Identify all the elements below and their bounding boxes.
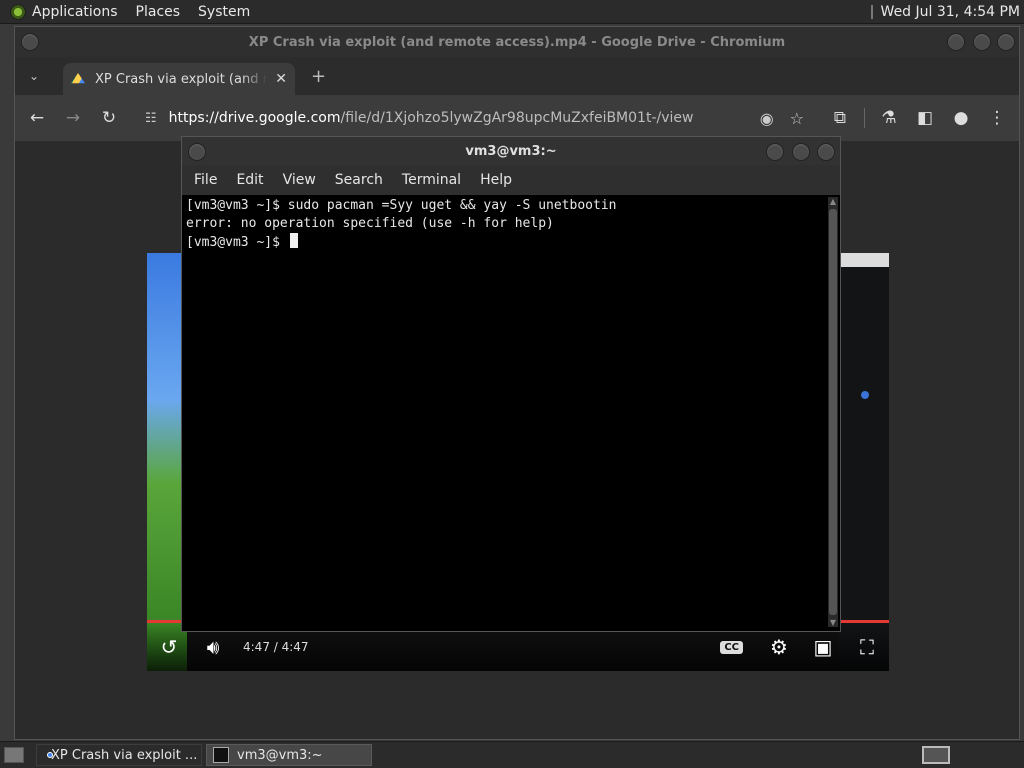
terminal-icon [213,747,229,763]
taskbar: XP Crash via exploit ... vm3@vm3:~ [0,741,1024,768]
maximize-button[interactable] [973,33,991,51]
star-icon[interactable]: ☆ [790,109,804,128]
task-chromium[interactable]: XP Crash via exploit ... [36,744,202,766]
terminal-titlebar[interactable]: vm3@vm3:~ [182,137,840,165]
terminal-scrollbar[interactable]: ▲ ▼ [828,197,838,627]
menu-help[interactable]: Help [480,172,512,188]
side-panel-icon[interactable]: ◧ [907,108,943,128]
kebab-menu-icon[interactable]: ⋮ [979,108,1015,128]
terminal-prompt-line: [vm3@vm3 ~]$ [186,233,824,252]
menu-file[interactable]: File [194,172,217,188]
video-frame-dot [861,391,869,399]
captions-icon[interactable]: CC [720,640,743,654]
terminal-line: error: no operation specified (use -h fo… [186,216,554,231]
toolbar-divider [864,108,865,128]
workspace-switcher[interactable] [922,746,950,764]
terminal-minimize-button[interactable] [766,143,784,161]
new-tab-plus-icon[interactable]: + [311,66,326,87]
terminal-window: vm3@vm3:~ File Edit View Search Terminal… [181,136,841,632]
menu-terminal[interactable]: Terminal [402,172,461,188]
tab-drive-video[interactable]: XP Crash via exploit (and remote access)… [63,63,295,95]
top-panel: Applications Places System Wed Jul 31, 4… [0,0,1024,24]
profile-icon[interactable]: ● [943,108,979,128]
task-terminal[interactable]: vm3@vm3:~ [206,744,372,766]
address-bar[interactable]: ☷ https://drive.google.com/file/d/1Xjohz… [135,101,814,135]
flask-icon[interactable]: ⚗ [871,108,907,128]
terminal-menubar: File Edit View Search Terminal Help [182,165,840,195]
window-menu-button[interactable] [21,33,39,51]
replay-icon[interactable]: ↺ [147,635,191,659]
chromium-window-title: XP Crash via exploit (and remote access)… [248,34,786,50]
gnome-foot-icon[interactable] [10,3,26,20]
tune-icon[interactable]: ☷ [145,111,157,126]
terminal-output[interactable]: [vm3@vm3 ~]$ sudo pacman =Syy uget && ya… [186,197,824,627]
system-menu[interactable]: System [198,4,250,20]
menu-view[interactable]: View [283,172,316,188]
volume-icon[interactable]: 🔊︎ [191,635,235,659]
reload-icon[interactable]: ↻ [91,108,127,128]
tab-title: XP Crash via exploit (and remote access)… [95,71,268,87]
task-label: vm3@vm3:~ [237,747,323,763]
puzzle-icon[interactable]: ⧉ [822,108,858,128]
terminal-close-button[interactable] [817,143,835,161]
scroll-up-arrow-icon[interactable]: ▲ [828,197,838,206]
minimize-button[interactable] [947,33,965,51]
browser-toolbar: ← → ↻ ☷ https://drive.google.com/file/d/… [15,95,1019,141]
applications-menu[interactable]: Applications [32,4,118,20]
menu-edit[interactable]: Edit [236,172,263,188]
video-frame-right [839,253,889,671]
scrollbar-thumb[interactable] [829,209,837,615]
gear-icon[interactable]: ⚙ [757,635,801,659]
arrow-left-icon[interactable]: ← [19,108,55,128]
menu-search[interactable]: Search [335,172,383,188]
arrow-right-icon[interactable]: → [55,108,91,128]
scroll-down-arrow-icon[interactable]: ▼ [828,618,838,627]
panel-separator [870,4,873,19]
eye-off-icon[interactable]: ◉ [760,109,774,128]
fullscreen-icon[interactable]: ⛶ [845,635,889,659]
video-frame-bar [839,253,889,267]
tab-search-chevron-icon[interactable]: ⌄ [29,69,55,83]
google-drive-icon [71,73,85,84]
terminal-window-title: vm3@vm3:~ [465,143,557,159]
tab-strip: ⌄ XP Crash via exploit (and remote acces… [15,57,1019,95]
show-desktop-icon[interactable] [4,747,24,763]
chromium-titlebar[interactable]: XP Crash via exploit (and remote access)… [15,27,1019,57]
close-window-button[interactable] [997,33,1015,51]
video-time: 4:47 / 4:47 [243,640,309,654]
terminal-maximize-button[interactable] [792,143,810,161]
terminal-line: [vm3@vm3 ~]$ sudo pacman =Syy uget && ya… [186,198,617,213]
task-label: XP Crash via exploit ... [51,747,198,763]
terminal-window-menu-button[interactable] [188,143,206,161]
clock[interactable]: Wed Jul 31, 4:54 PM [881,4,1020,20]
url-text[interactable]: https://drive.google.com/file/d/1Xjohzo5… [169,110,744,126]
miniplayer-icon[interactable]: ▣ [801,635,845,659]
terminal-cursor [289,233,298,248]
places-menu[interactable]: Places [136,4,181,20]
terminal-prompt: [vm3@vm3 ~]$ [186,235,288,250]
tab-close-icon[interactable]: ✕ [275,71,287,87]
